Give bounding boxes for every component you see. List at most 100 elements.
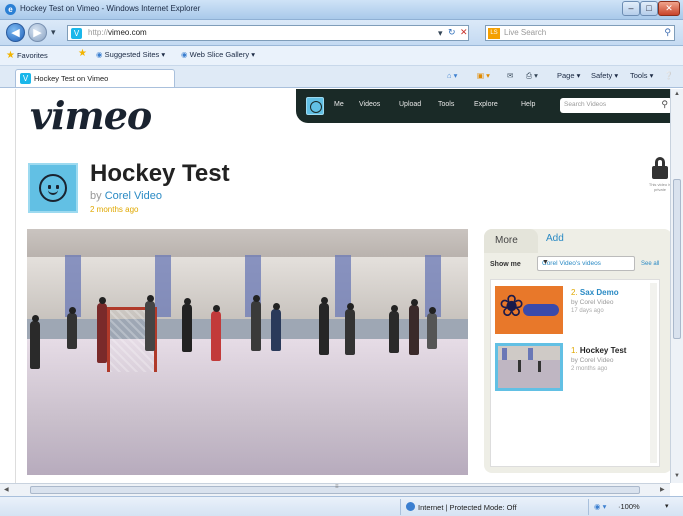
ie-logo-icon: e xyxy=(5,4,16,15)
list-item-title-text: Hockey Test xyxy=(579,346,627,355)
status-separator xyxy=(400,499,401,515)
live-search-input[interactable]: LS Live Search ⚲ xyxy=(485,25,675,41)
horizontal-scrollbar[interactable]: ◀ ≡ ▶ xyxy=(0,483,670,496)
close-button[interactable]: ✕ xyxy=(658,1,680,16)
user-avatar-icon[interactable] xyxy=(306,97,324,115)
list-item-number: 2. xyxy=(571,288,578,297)
tab-add[interactable]: Add xyxy=(546,233,564,244)
thumbnail-pillar xyxy=(502,348,507,360)
show-me-select[interactable]: Corel Video's videos ▼ xyxy=(537,256,635,271)
window-title: Hockey Test on Vimeo - Windows Internet … xyxy=(20,4,201,13)
list-item-age: 17 days ago xyxy=(571,308,604,314)
skater xyxy=(97,297,107,363)
skater xyxy=(345,303,355,355)
url-host: vimeo.com xyxy=(108,28,147,37)
safety-menu[interactable]: Safety ▾ xyxy=(591,71,618,80)
window-titlebar: e Hockey Test on Vimeo - Windows Interne… xyxy=(0,0,683,20)
site-search-input[interactable]: Search Videos ⚲ xyxy=(560,98,670,113)
nav-explore[interactable]: Explore xyxy=(474,101,498,108)
stop-icon[interactable]: ✕ xyxy=(460,27,468,38)
zoom-level[interactable]: ·100% xyxy=(618,502,640,511)
scroll-grip-icon: ≡ xyxy=(335,484,339,490)
print-icon[interactable]: ⎙ ▾ xyxy=(526,71,538,81)
vimeo-favicon-icon: V xyxy=(20,73,31,84)
nav-help[interactable]: Help xyxy=(521,101,535,108)
wall-pillar xyxy=(155,255,171,317)
thumbnail-skater xyxy=(518,360,521,372)
scroll-left-icon[interactable]: ◀ xyxy=(4,486,9,493)
see-all-link[interactable]: See all xyxy=(641,261,659,267)
video-title: Hockey Test xyxy=(90,160,230,187)
search-placeholder: Live Search xyxy=(504,28,547,37)
tab-more[interactable]: More xyxy=(484,229,538,253)
zoom-dropdown-icon[interactable]: ▾ xyxy=(665,502,669,510)
skater xyxy=(271,303,281,351)
list-scrollbar[interactable] xyxy=(650,283,657,463)
vertical-scroll-thumb[interactable] xyxy=(673,179,681,339)
tab-row: V Hockey Test on Vimeo ⌂ ▾ ▣ ▾ ✉ ⎙ ▾ Pag… xyxy=(0,66,683,88)
nav-videos[interactable]: Videos xyxy=(359,101,380,108)
author-link[interactable]: Corel Video xyxy=(105,190,162,202)
scroll-right-icon[interactable]: ▶ xyxy=(660,486,665,493)
search-icon[interactable]: ⚲ xyxy=(664,27,671,38)
skater xyxy=(389,305,399,353)
nav-tools[interactable]: Tools xyxy=(438,101,454,108)
rink-ice xyxy=(27,339,468,475)
protected-mode-icon[interactable]: ◉ ▾ xyxy=(594,502,606,511)
address-dropdown-icon[interactable]: ▾ xyxy=(438,28,443,39)
nav-upload[interactable]: Upload xyxy=(399,101,421,108)
video-thumbnail-hockey-test[interactable] xyxy=(495,343,563,391)
address-bar[interactable]: V http://vimeo.com ▾ ↻ ✕ xyxy=(67,25,469,41)
feeds-icon[interactable]: ▣ ▾ xyxy=(477,71,490,80)
home-icon[interactable]: ⌂ ▾ xyxy=(447,71,457,80)
lock-body xyxy=(652,166,668,179)
web-slice-gallery-link[interactable]: ◉ Web Slice Gallery ▾ xyxy=(181,50,255,59)
maximize-button[interactable]: □ xyxy=(640,1,658,16)
mail-icon[interactable]: ✉ xyxy=(507,71,513,80)
add-favorite-icon[interactable]: ★ xyxy=(78,48,87,59)
scroll-up-icon[interactable]: ▲ xyxy=(674,91,680,97)
suggested-sites-link[interactable]: ◉ Suggested Sites ▾ xyxy=(96,50,165,59)
list-item-byline: by Corel Video xyxy=(571,299,614,306)
refresh-icon[interactable]: ↻ xyxy=(448,27,456,38)
web-slice-gallery-label: Web Slice Gallery ▾ xyxy=(189,50,255,59)
url-protocol: http:// xyxy=(88,28,109,37)
nav-me[interactable]: Me xyxy=(334,101,344,108)
favorites-label: Favorites xyxy=(16,51,48,60)
vertical-scrollbar[interactable]: ▲ ▼ xyxy=(670,89,683,483)
skater xyxy=(182,298,192,352)
help-icon[interactable]: ❔ xyxy=(664,71,673,80)
forward-button[interactable]: ▶ xyxy=(28,23,47,42)
thumbnail-skater xyxy=(538,361,541,372)
favorites-button[interactable]: ★ Favorites xyxy=(6,50,48,61)
vimeo-logo[interactable]: vimeo xyxy=(30,93,152,138)
tools-menu[interactable]: Tools ▾ xyxy=(630,71,653,80)
thumbnail-shape xyxy=(523,304,559,316)
tab-hockey-test[interactable]: V Hockey Test on Vimeo xyxy=(15,69,175,87)
recent-pages-dropdown-icon[interactable]: ▾ xyxy=(51,27,56,38)
uploader-avatar[interactable] xyxy=(28,163,78,213)
skater xyxy=(67,307,77,349)
video-thumbnail-sax-demo[interactable]: ❀ xyxy=(495,286,563,334)
private-lock-icon: This video is private xyxy=(649,157,670,192)
status-bar: Internet | Protected Mode: Off ◉ ▾ ·100%… xyxy=(0,496,683,516)
skater xyxy=(427,307,437,349)
list-item-title[interactable]: 1. Hockey Test xyxy=(571,346,626,355)
video-player[interactable] xyxy=(27,229,468,475)
suggested-sites-icon: ◉ xyxy=(96,50,103,59)
skater xyxy=(409,299,419,355)
skater xyxy=(145,295,155,351)
url-text: http://vimeo.com xyxy=(88,28,147,37)
favorites-bar: ★ Favorites ★ ◉ Suggested Sites ▾ ◉ Web S… xyxy=(0,46,683,66)
scroll-down-icon[interactable]: ▼ xyxy=(674,473,680,479)
rink-boards xyxy=(27,319,468,339)
privacy-caption: This video is private xyxy=(648,182,670,192)
security-zone[interactable]: Internet | Protected Mode: Off xyxy=(406,502,517,512)
thumbnail-pillar xyxy=(528,348,533,360)
minimize-button[interactable]: – xyxy=(622,1,640,16)
web-slice-icon: ◉ xyxy=(181,50,188,59)
search-icon[interactable]: ⚲ xyxy=(661,99,668,110)
back-button[interactable]: ◀ xyxy=(6,23,25,42)
list-item-title[interactable]: 2. Sax Demo xyxy=(571,288,619,297)
page-menu[interactable]: Page ▾ xyxy=(557,71,580,80)
